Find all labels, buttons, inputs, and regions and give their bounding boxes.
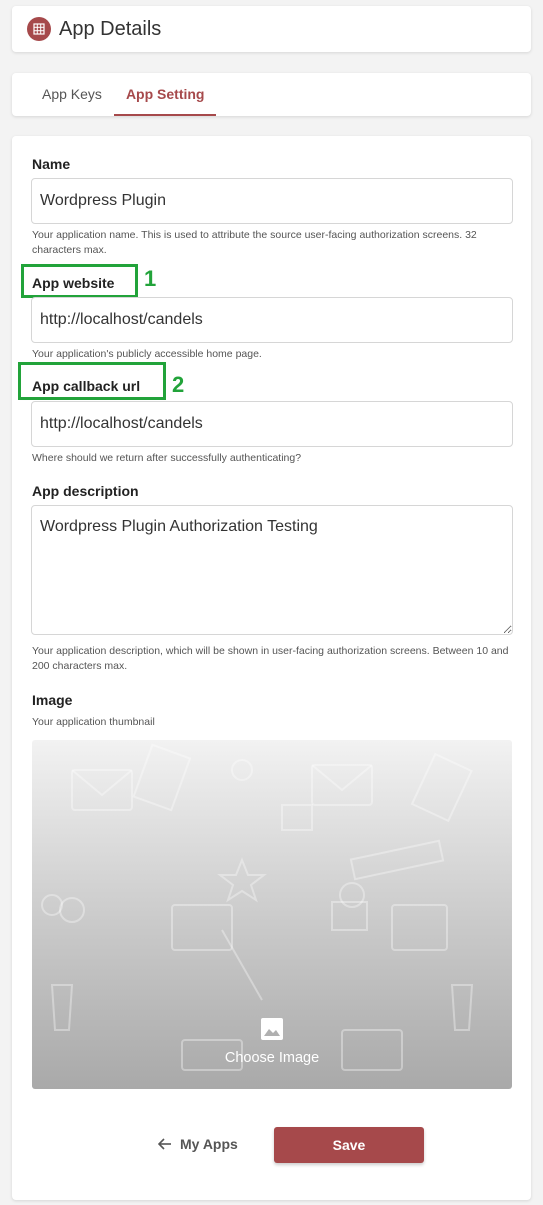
app-setting-form: Name Your application name. This is used… bbox=[12, 136, 531, 1200]
choose-image-label: Choose Image bbox=[224, 1050, 320, 1066]
callback-label: App callback url bbox=[32, 378, 141, 394]
name-label: Name bbox=[32, 156, 71, 172]
my-apps-label: My Apps bbox=[180, 1136, 238, 1152]
app-grid-icon bbox=[27, 17, 51, 41]
annotation-number-1: 1 bbox=[144, 266, 157, 291]
image-help: Your application thumbnail bbox=[32, 716, 155, 728]
callback-help: Where should we return after successfull… bbox=[32, 452, 302, 464]
name-help: Your application name. This is used to a… bbox=[32, 229, 477, 256]
description-label: App description bbox=[32, 483, 139, 499]
callback-input[interactable] bbox=[31, 401, 513, 447]
name-input[interactable] bbox=[31, 178, 513, 224]
website-label: App website bbox=[32, 275, 115, 291]
image-label: Image bbox=[32, 692, 73, 708]
my-apps-link[interactable]: My Apps bbox=[158, 1136, 238, 1152]
tab-bar: App Keys App Setting bbox=[12, 73, 531, 116]
website-input[interactable] bbox=[31, 297, 513, 343]
description-textarea[interactable]: Wordpress Plugin Authorization Testing bbox=[31, 505, 513, 635]
image-upload-area[interactable]: Choose Image bbox=[32, 740, 512, 1089]
website-help: Your application's publicly accessible h… bbox=[32, 348, 262, 360]
annotation-number-2: 2 bbox=[172, 372, 185, 397]
arrow-left-icon bbox=[158, 1138, 171, 1150]
image-icon bbox=[261, 1018, 283, 1040]
choose-image-button[interactable]: Choose Image bbox=[32, 1018, 512, 1066]
description-help: Your application description, which will… bbox=[32, 645, 509, 672]
tab-app-keys[interactable]: App Keys bbox=[30, 73, 114, 116]
app-details-header: App Details bbox=[12, 6, 531, 52]
save-button[interactable]: Save bbox=[274, 1127, 424, 1163]
page-title: App Details bbox=[59, 17, 162, 40]
tab-app-setting[interactable]: App Setting bbox=[113, 73, 217, 116]
